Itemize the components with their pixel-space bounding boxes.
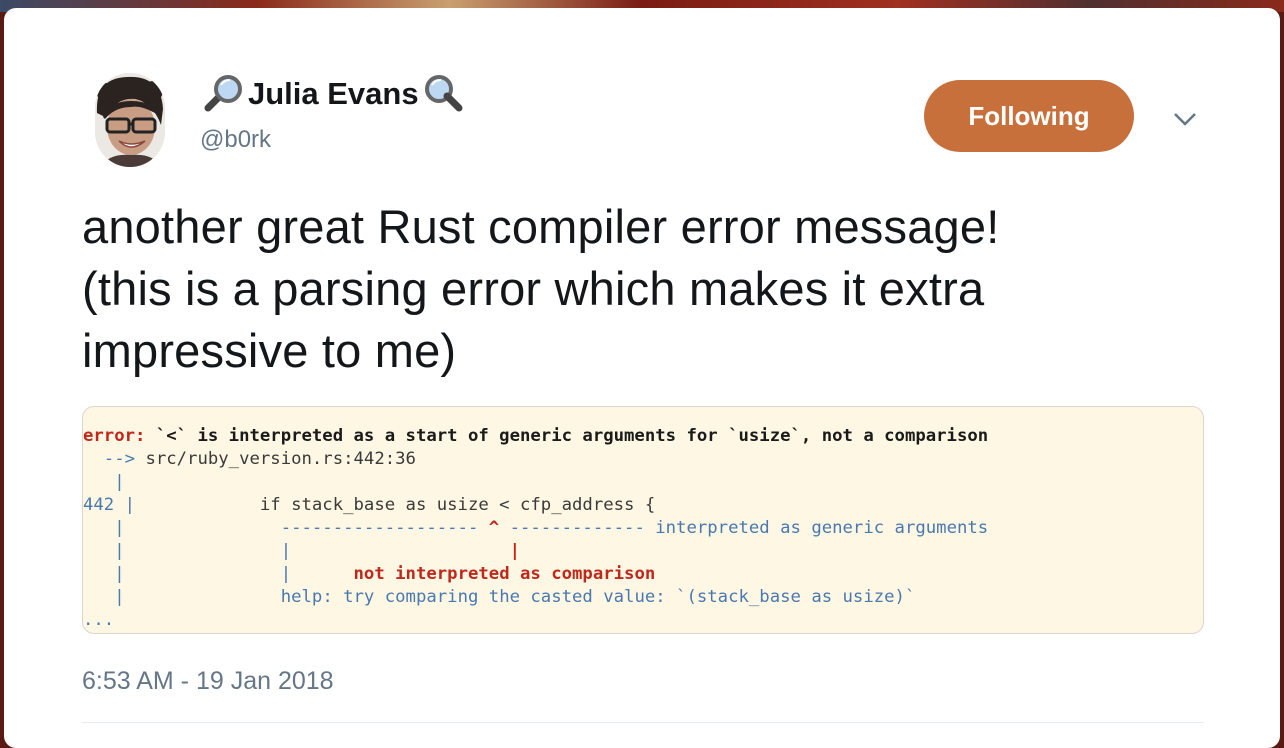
error-line: error: `<` is interpreted as a start of … [83, 425, 988, 448]
line-separator: | [114, 495, 136, 515]
tweet-text-line: impressive to me) [82, 324, 457, 377]
magnifying-glass-left-icon [200, 74, 246, 114]
caret: ^ [488, 518, 500, 538]
compiler-output: error: `<` is interpreted as a start of … [83, 425, 988, 632]
magnifying-glass-right-icon [421, 74, 467, 114]
source-code: if stack_base as usize < cfp_address { [135, 495, 656, 515]
note-line: | | not interpreted as comparison [83, 563, 988, 586]
underline-right: ------------- interpreted as generic arg… [499, 518, 989, 538]
tweet-text: another great Rust compiler error messag… [82, 196, 1212, 382]
location-path: src/ruby_version.rs:442:36 [145, 449, 416, 469]
tweet-text-line: (this is a parsing error which makes it … [82, 262, 985, 315]
divider [82, 722, 1204, 723]
pipe-left: | [124, 564, 292, 584]
help-text: help: try comparing the casted value: `(… [280, 587, 916, 607]
tweet-timestamp[interactable]: 6:53 AM - 19 Jan 2018 [82, 667, 334, 696]
author-name-row[interactable]: Julia Evans [200, 72, 467, 116]
underline-left: ------------------- [124, 518, 489, 538]
gutter-bar: | [83, 541, 125, 561]
tweet-text-line: another great Rust compiler error messag… [82, 200, 1000, 253]
line-number: 442 [83, 495, 115, 515]
location-arrow: --> [83, 449, 146, 469]
avatar[interactable] [95, 73, 165, 167]
gutter-bar: | [83, 518, 125, 538]
author-handle[interactable]: @b0rk [200, 126, 271, 154]
location-line: --> src/ruby_version.rs:442:36 [83, 448, 988, 471]
author-name[interactable]: Julia Evans [248, 76, 419, 112]
pipe-right: | [291, 541, 520, 561]
gutter-line: | [83, 472, 125, 492]
gutter-bar: | [83, 587, 125, 607]
underline-line: | ------------------- ^ ------------- in… [83, 517, 988, 540]
following-button[interactable]: Following [924, 80, 1134, 152]
pipe-left: | [124, 541, 292, 561]
pipe-line: | | | [83, 540, 988, 563]
error-message: `<` is interpreted as a start of generic… [145, 426, 989, 446]
chevron-down-icon[interactable] [1171, 106, 1199, 130]
gutter-bar: | [83, 564, 125, 584]
code-screenshot-image[interactable]: error: `<` is interpreted as a start of … [82, 406, 1204, 634]
error-keyword: error: [83, 426, 146, 446]
source-line: 442 | if stack_base as usize < cfp_addre… [83, 494, 988, 517]
ellipsis: ... [83, 610, 115, 630]
not-interpreted-note: not interpreted as comparison [353, 564, 656, 584]
help-indent [125, 587, 281, 607]
help-line: | help: try comparing the casted value: … [83, 586, 988, 609]
